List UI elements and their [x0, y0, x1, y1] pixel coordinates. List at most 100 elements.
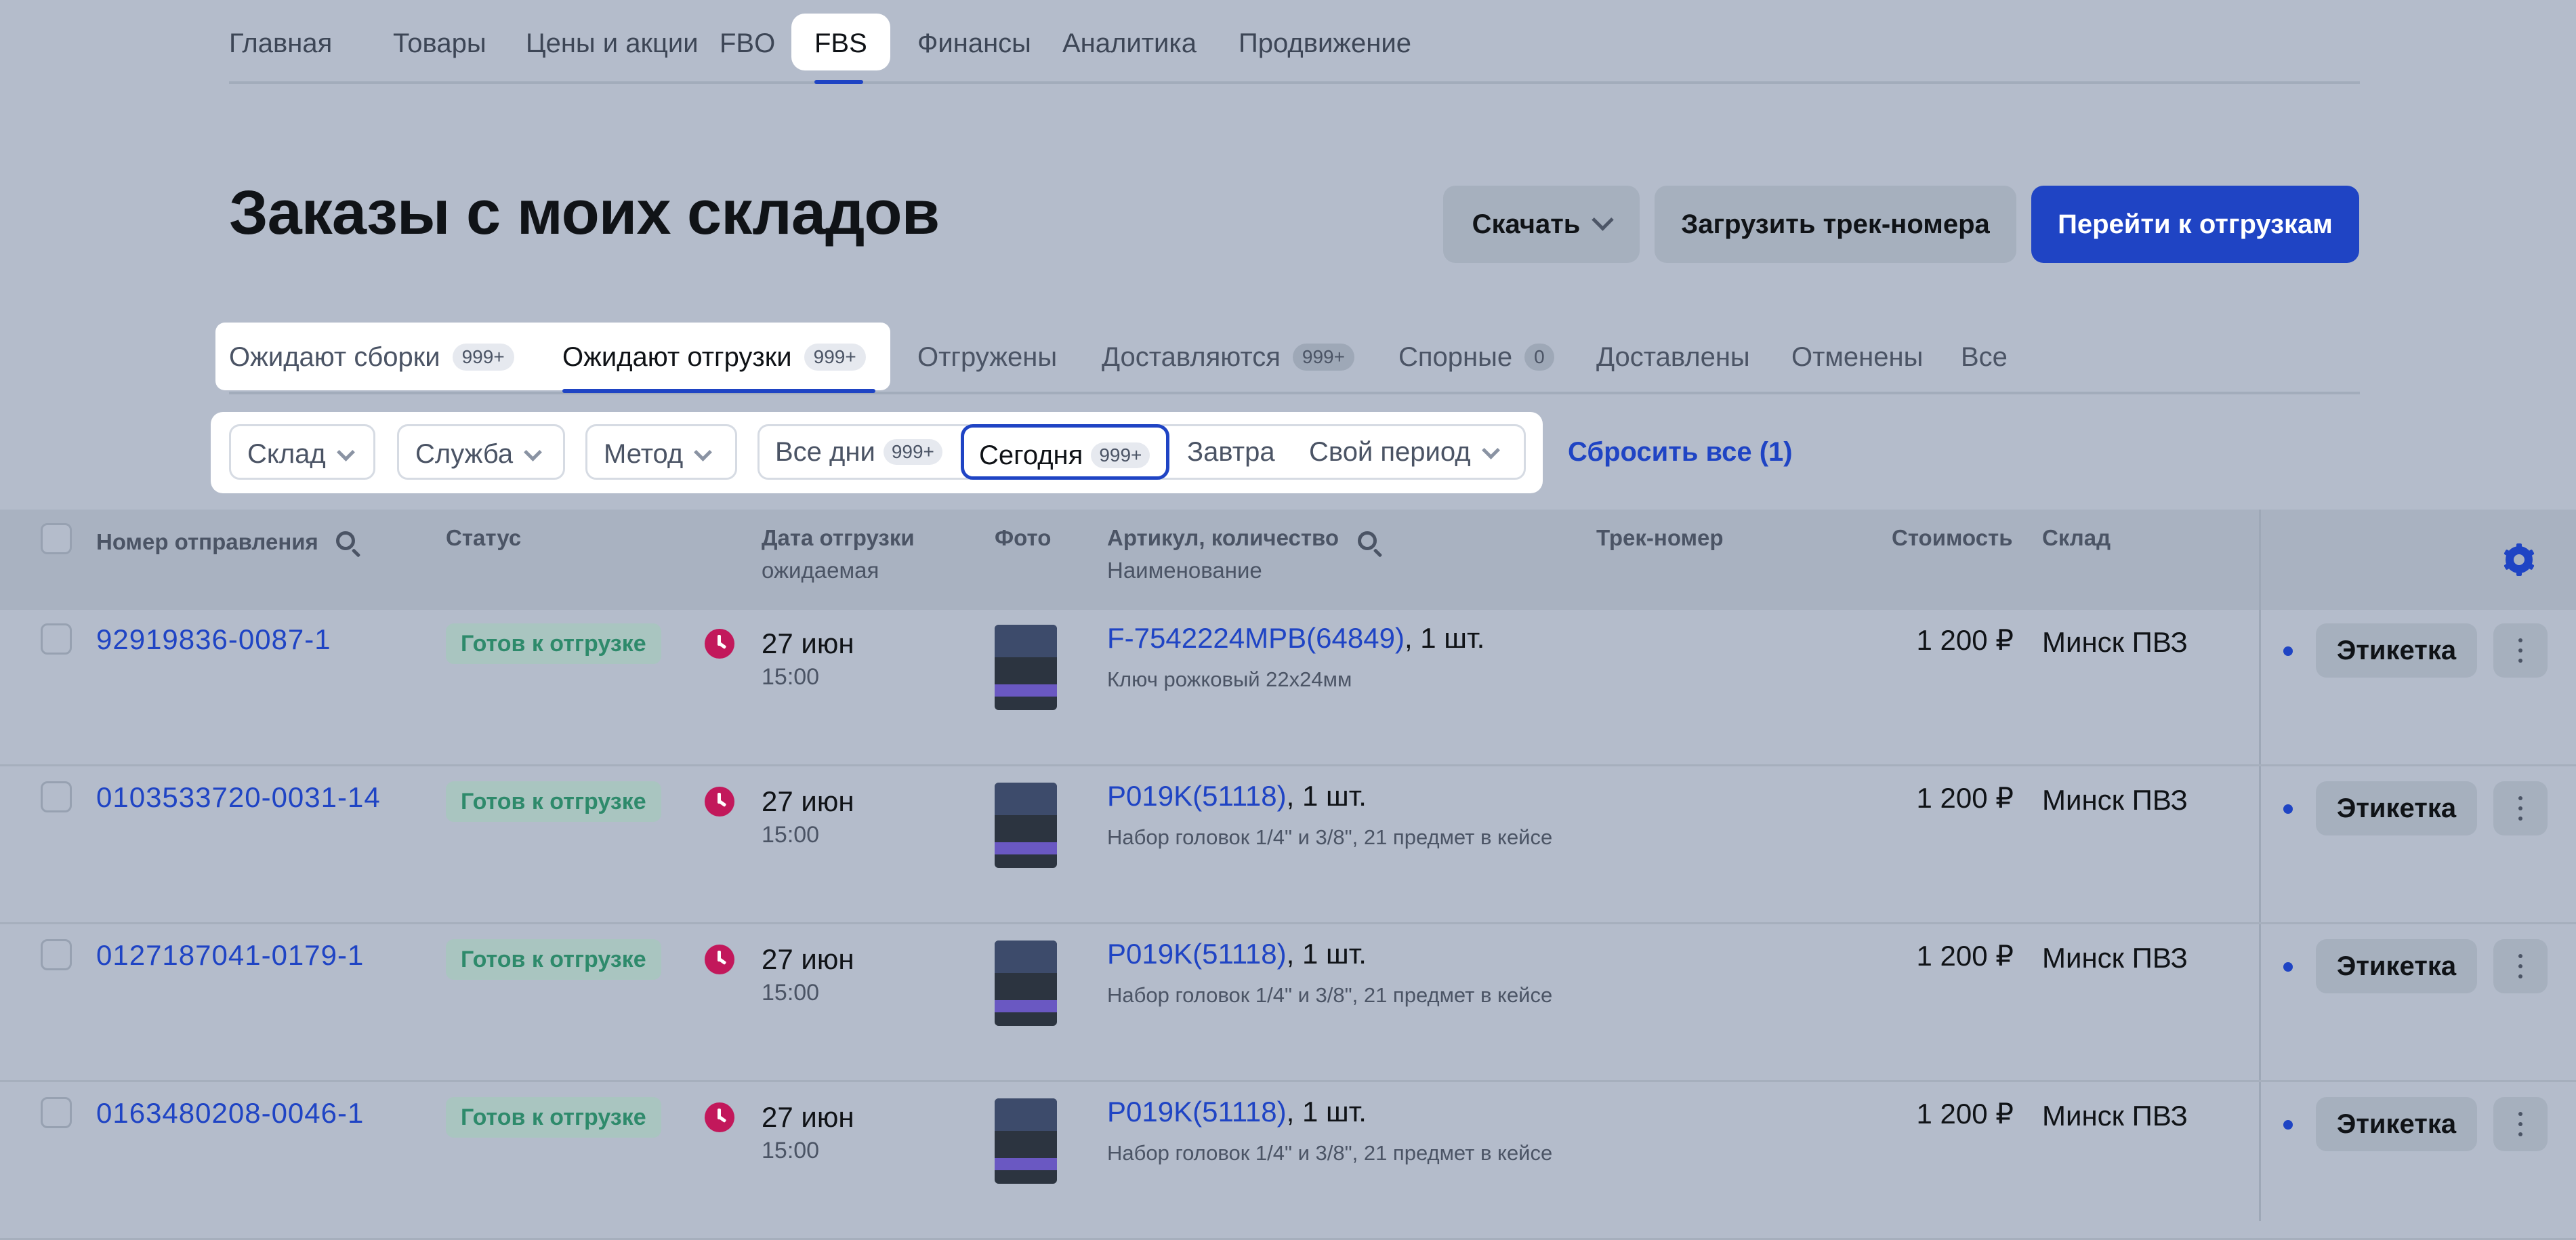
sku-link[interactable]: P019K(51118): [1107, 780, 1287, 812]
sku-link[interactable]: F-7542224MPB(64849): [1107, 622, 1405, 654]
warehouse-name: Минск ПВЗ: [2042, 1100, 2188, 1132]
price: 1 200 ₽: [1916, 940, 2014, 972]
warehouse-name: Минск ПВЗ: [2042, 784, 2188, 816]
go-to-shipments-button[interactable]: Перейти к отгрузкам: [2031, 186, 2359, 263]
tab-all[interactable]: Все: [1961, 337, 2008, 378]
gear-icon[interactable]: [2504, 543, 2535, 576]
row-checkbox[interactable]: [41, 623, 72, 655]
reset-filters-link[interactable]: Сбросить все (1): [1568, 424, 1793, 480]
search-icon[interactable]: [336, 531, 355, 550]
tab-disputed[interactable]: Спорные 0: [1398, 337, 1554, 378]
select-all-checkbox[interactable]: [41, 523, 72, 554]
filter-label: Свой период: [1309, 437, 1471, 467]
tab-label: Все: [1961, 342, 2008, 372]
product-photo[interactable]: [995, 1098, 1057, 1184]
header-ship-date-label: Дата отгрузки: [762, 525, 915, 550]
nav-item-home[interactable]: Главная: [229, 14, 355, 70]
order-number-link[interactable]: 0163480208-0046-1: [96, 1097, 364, 1130]
sku-quantity: , 1 шт.: [1286, 780, 1367, 812]
more-options-button[interactable]: [2493, 939, 2548, 993]
header-ship-date-sub: ожидаемая: [762, 558, 879, 583]
label-button[interactable]: Этикетка: [2316, 781, 2477, 835]
product-photo[interactable]: [995, 783, 1057, 868]
row-checkbox[interactable]: [41, 1097, 72, 1128]
page-title: Заказы с моих складов: [229, 178, 940, 247]
more-options-button[interactable]: [2493, 1097, 2548, 1151]
warehouse-filter[interactable]: Склад: [229, 424, 375, 480]
header-warehouse: Склад: [2042, 525, 2111, 550]
price: 1 200 ₽: [1916, 782, 2014, 814]
nav-item-finance[interactable]: Финансы: [894, 14, 1054, 70]
tab-count-badge: 999+: [804, 344, 866, 371]
nav-item-prices[interactable]: Цены и акции: [503, 14, 722, 70]
search-icon[interactable]: [1358, 531, 1377, 550]
warehouse-name: Минск ПВЗ: [2042, 942, 2188, 974]
nav-item-fbs[interactable]: FBS: [791, 14, 890, 70]
nav-item-analytics[interactable]: Аналитика: [1039, 14, 1220, 70]
row-divider: [0, 764, 2576, 766]
filter-label: Склад: [247, 439, 326, 469]
filter-count-badge: 999+: [1091, 442, 1150, 468]
sku-link[interactable]: P019K(51118): [1107, 1096, 1287, 1128]
upload-tracks-button[interactable]: Загрузить трек-номера: [1655, 186, 2016, 263]
top-navigation: Главная Товары Цены и акции FBO FBS Фина…: [229, 14, 2360, 84]
nav-item-fbo[interactable]: FBO: [697, 14, 798, 70]
label-button[interactable]: Этикетка: [2316, 939, 2477, 993]
clock-icon: [705, 629, 734, 659]
product-photo[interactable]: [995, 625, 1057, 710]
clock-icon: [705, 945, 734, 974]
download-button[interactable]: Скачать: [1443, 186, 1640, 263]
order-number-link[interactable]: 92919836-0087-1: [96, 623, 331, 656]
ship-time: 15:00: [762, 1138, 820, 1163]
tab-label: Ожидают сборки: [229, 342, 440, 372]
date-filter-tomorrow[interactable]: Завтра: [1187, 424, 1275, 480]
sku-link[interactable]: P019K(51118): [1107, 938, 1287, 970]
ship-date: 27 июн: [762, 1101, 854, 1133]
header-sku-label: Артикул, количество: [1107, 525, 1339, 550]
chevron-down-icon: [524, 443, 543, 461]
tab-awaiting-assembly[interactable]: Ожидают сборки 999+: [229, 337, 514, 378]
date-filter-all-days[interactable]: Все дни 999+: [775, 424, 942, 480]
date-filter-today[interactable]: Сегодня 999+: [961, 424, 1169, 480]
row-divider: [0, 1080, 2576, 1082]
nav-active-underline: [814, 80, 863, 84]
method-filter[interactable]: Метод: [585, 424, 737, 480]
more-options-button[interactable]: [2493, 623, 2548, 678]
clock-icon: [705, 1102, 734, 1132]
order-number-link[interactable]: 0103533720-0031-14: [96, 781, 381, 814]
header-price: Стоимость: [1892, 525, 2013, 550]
nav-item-products[interactable]: Товары: [370, 14, 510, 70]
row-checkbox[interactable]: [41, 781, 72, 812]
tabs-divider: [229, 392, 2360, 394]
tab-delivering[interactable]: Доставляются 999+: [1102, 337, 1354, 378]
product-photo[interactable]: [995, 941, 1057, 1026]
tab-label: Ожидают отгрузки: [562, 342, 792, 372]
row-divider: [0, 922, 2576, 924]
tab-shipped[interactable]: Отгружены: [917, 337, 1057, 378]
filter-label: Все дни: [775, 437, 875, 467]
tab-count-badge: 0: [1524, 344, 1554, 371]
order-number-link[interactable]: 0127187041-0179-1: [96, 939, 364, 972]
label-button[interactable]: Этикетка: [2316, 623, 2477, 678]
more-options-button[interactable]: [2493, 781, 2548, 835]
product-name: Набор головок 1/4" и 3/8", 21 предмет в …: [1107, 983, 1553, 1007]
row-checkbox[interactable]: [41, 939, 72, 970]
tab-awaiting-shipment[interactable]: Ожидают отгрузки 999+: [562, 337, 866, 378]
chevron-down-icon: [1592, 209, 1615, 231]
status-badge: Готов к отгрузке: [446, 623, 661, 664]
filter-count-badge: 999+: [883, 439, 942, 465]
label-button[interactable]: Этикетка: [2316, 1097, 2477, 1151]
ship-date: 27 июн: [762, 943, 854, 975]
price: 1 200 ₽: [1916, 624, 2014, 656]
header-track: Трек-номер: [1596, 525, 1724, 550]
column-divider: [2259, 510, 2261, 1221]
date-filter-custom-period[interactable]: Свой период: [1309, 424, 1500, 480]
tab-delivered[interactable]: Доставлены: [1596, 337, 1750, 378]
tab-cancelled[interactable]: Отменены: [1791, 337, 1923, 378]
status-badge: Готов к отгрузке: [446, 1097, 661, 1138]
filter-label: Сегодня: [979, 440, 1083, 470]
tab-label: Отгружены: [917, 342, 1058, 372]
nav-item-promotion[interactable]: Продвижение: [1216, 14, 1434, 70]
tab-label: Доставлены: [1596, 342, 1750, 372]
service-filter[interactable]: Служба: [397, 424, 565, 480]
